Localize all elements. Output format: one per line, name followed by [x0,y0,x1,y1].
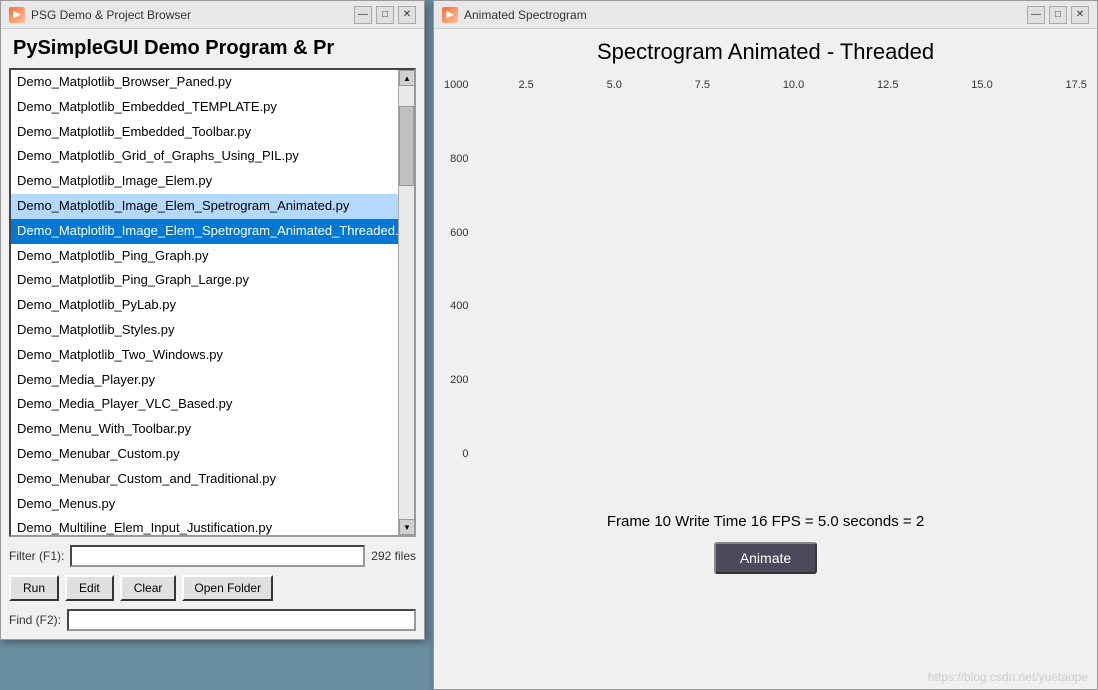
file-list-item[interactable]: Demo_Matplotlib_Grid_of_Graphs_Using_PIL… [11,144,398,169]
open-folder-button[interactable]: Open Folder [182,575,273,601]
find-row: Find (F2): [1,605,424,639]
y-axis-label: 800 [444,154,468,165]
x-axis-label: 10.0 [783,79,804,91]
right-title-icon: ▶ [442,7,458,23]
x-axis-label: 12.5 [877,79,898,91]
file-list-item[interactable]: Demo_Matplotlib_Image_Elem_Spetrogram_An… [11,219,398,244]
left-window-header: PySimpleGUI Demo Program & Pr [1,29,424,64]
file-list-item[interactable]: Demo_Matplotlib_Styles.py [11,318,398,343]
y-axis: 1000 800 600 400 200 0 [444,75,468,465]
right-window-controls: — □ ✕ [1027,6,1089,24]
left-minimize-button[interactable]: — [354,6,372,24]
clear-button[interactable]: Clear [120,575,177,601]
right-titlebar: ▶ Animated Spectrogram — □ ✕ [434,1,1097,29]
right-maximize-button[interactable]: □ [1049,6,1067,24]
file-list-item[interactable]: Demo_Menubar_Custom.py [11,442,398,467]
file-list-item[interactable]: Demo_Matplotlib_Image_Elem.py [11,169,398,194]
run-button[interactable]: Run [9,575,59,601]
file-list-item[interactable]: Demo_Media_Player.py [11,368,398,393]
chart-container: 1000 800 600 400 200 0 [444,75,1087,505]
y-axis-label: 600 [444,228,468,239]
desktop: ▶ PSG Demo & Project Browser — □ ✕ PySim… [0,0,1098,690]
y-axis-label: 1000 [444,80,468,91]
file-list-item[interactable]: Demo_Matplotlib_Browser_Paned.py [11,70,398,95]
right-window-title: Animated Spectrogram [464,8,1027,22]
left-close-button[interactable]: ✕ [398,6,416,24]
left-window-title: PSG Demo & Project Browser [31,8,354,22]
animate-button[interactable]: Animate [714,542,817,574]
y-axis-label: 200 [444,375,468,386]
scroll-down-button[interactable]: ▼ [399,519,415,535]
x-axis: 2.5 5.0 7.5 10.0 12.5 15.0 17.5 [473,79,1087,91]
find-input[interactable] [67,609,416,631]
find-label: Find (F2): [9,613,61,627]
file-list-item[interactable]: Demo_Multiline_Elem_Input_Justification.… [11,516,398,535]
status-text: Frame 10 Write Time 16 FPS = 5.0 seconds… [607,513,924,530]
edit-button[interactable]: Edit [65,575,114,601]
filter-input[interactable] [70,545,365,567]
file-list-container: Demo_Matplotlib_Browser_Paned.pyDemo_Mat… [9,68,416,537]
scroll-up-button[interactable]: ▲ [399,70,415,86]
file-list-item[interactable]: Demo_Matplotlib_Image_Elem_Spetrogram_An… [11,194,398,219]
left-titlebar: ▶ PSG Demo & Project Browser — □ ✕ [1,1,424,29]
x-axis-label: 15.0 [971,79,992,91]
file-list[interactable]: Demo_Matplotlib_Browser_Paned.pyDemo_Mat… [11,70,398,535]
psg-title-icon: ▶ [9,7,25,23]
file-list-item[interactable]: Demo_Matplotlib_Embedded_TEMPLATE.py [11,95,398,120]
x-axis-label: 17.5 [1066,79,1087,91]
y-axis-label: 400 [444,301,468,312]
filter-row: Filter (F1): 292 files [1,541,424,571]
buttons-row: Run Edit Clear Open Folder [1,571,424,605]
file-list-item[interactable]: Demo_Matplotlib_PyLab.py [11,293,398,318]
file-list-item[interactable]: Demo_Media_Player_VLC_Based.py [11,392,398,417]
scrollbar-track[interactable] [399,86,414,519]
x-axis-label: 7.5 [695,79,710,91]
scrollbar-thumb[interactable] [399,106,414,186]
spectrogram-title: Spectrogram Animated - Threaded [597,39,934,65]
file-list-item[interactable]: Demo_Menu_With_Toolbar.py [11,417,398,442]
x-axis-label: 2.5 [518,79,533,91]
right-minimize-button[interactable]: — [1027,6,1045,24]
right-window: ▶ Animated Spectrogram — □ ✕ Spectrogram… [433,0,1098,690]
right-psg-icon: ▶ [442,7,458,23]
file-list-item[interactable]: Demo_Menubar_Custom_and_Traditional.py [11,467,398,492]
file-list-item[interactable]: Demo_Matplotlib_Ping_Graph.py [11,244,398,269]
file-list-item[interactable]: Demo_Matplotlib_Ping_Graph_Large.py [11,268,398,293]
psg-icon: ▶ [9,7,25,23]
left-window-controls: — □ ✕ [354,6,416,24]
left-maximize-button[interactable]: □ [376,6,394,24]
file-count: 292 files [371,549,416,563]
watermark: https://blog.csdn.net/yuetaope [928,670,1088,684]
left-content: PySimpleGUI Demo Program & Pr Demo_Matpl… [1,29,424,639]
y-axis-label: 0 [444,449,468,460]
x-axis-label: 5.0 [607,79,622,91]
left-window: ▶ PSG Demo & Project Browser — □ ✕ PySim… [0,0,425,640]
right-close-button[interactable]: ✕ [1071,6,1089,24]
file-list-item[interactable]: Demo_Matplotlib_Two_Windows.py [11,343,398,368]
file-list-item[interactable]: Demo_Matplotlib_Embedded_Toolbar.py [11,120,398,145]
file-list-scrollbar[interactable]: ▲ ▼ [398,70,414,535]
right-content: Spectrogram Animated - Threaded 1000 800 6… [434,29,1097,689]
filter-label: Filter (F1): [9,549,64,563]
file-list-item[interactable]: Demo_Menus.py [11,492,398,517]
